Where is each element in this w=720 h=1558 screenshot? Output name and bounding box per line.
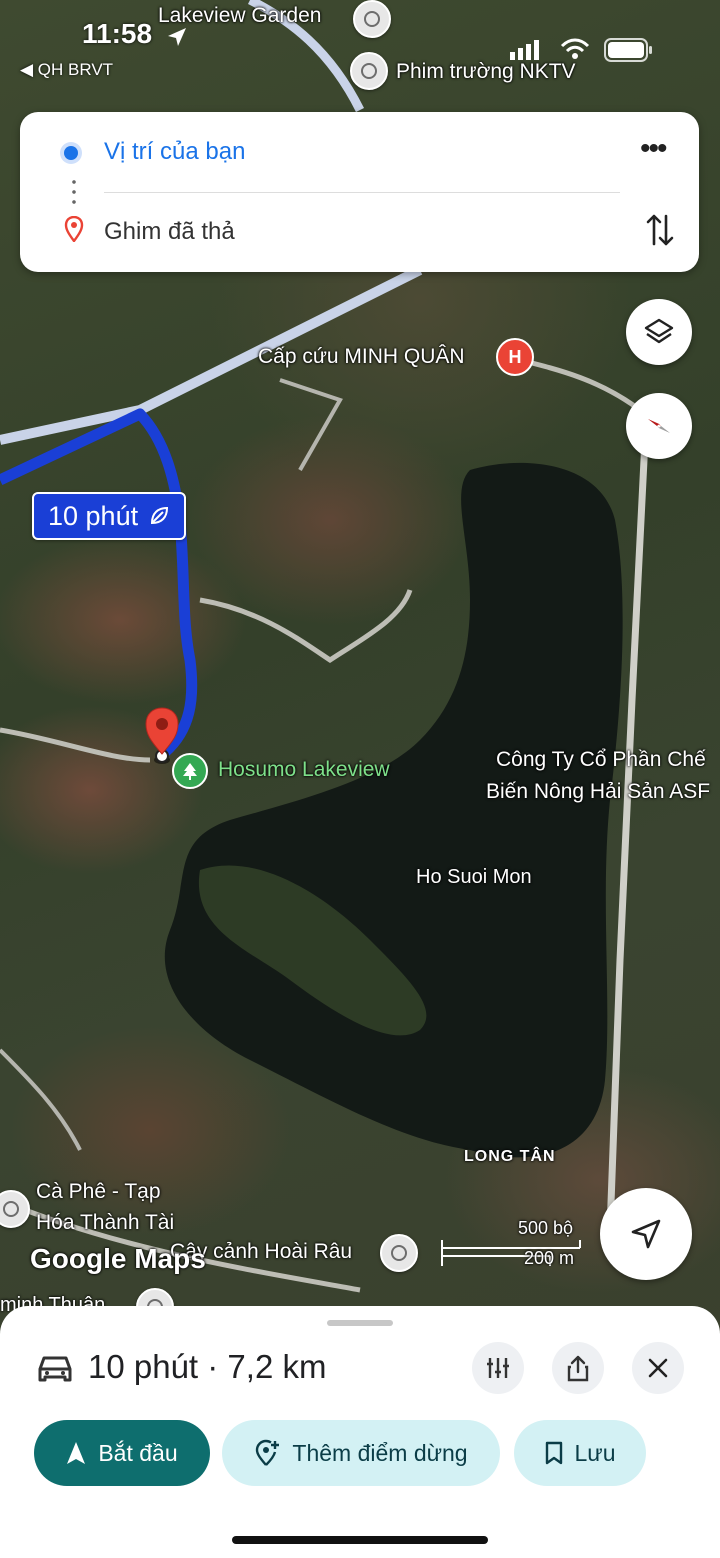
navigation-arrow-icon	[631, 1219, 661, 1249]
route-summary: 10 phút · 7,2 km	[88, 1348, 327, 1385]
close-button[interactable]	[632, 1342, 684, 1394]
route-options-button[interactable]	[472, 1342, 524, 1394]
route-directions-card: Vị trí của bạn Ghim đã thả •••	[20, 112, 699, 272]
share-icon	[567, 1355, 589, 1382]
poi-label-ca-phe-line2[interactable]: Hóa Thành Tài	[36, 1211, 174, 1235]
start-button[interactable]: Bắt đầu	[34, 1420, 210, 1486]
your-location-dot-icon	[64, 146, 78, 160]
origin-field[interactable]: Vị trí của bạn	[104, 138, 245, 166]
navigation-start-icon	[67, 1442, 86, 1464]
route-eta-badge[interactable]: 10 phút	[32, 492, 187, 540]
save-button[interactable]: Lưu	[514, 1420, 646, 1486]
divider	[104, 192, 620, 193]
scale-label-bottom: 200 m	[524, 1248, 575, 1268]
bookmark-icon	[545, 1441, 562, 1465]
tune-icon	[487, 1358, 509, 1378]
more-options-icon[interactable]: •••	[640, 134, 667, 164]
close-icon	[648, 1358, 668, 1378]
recenter-button[interactable]	[600, 1188, 692, 1280]
compass-icon	[648, 419, 670, 433]
layers-button[interactable]	[626, 299, 692, 365]
back-triangle-icon: ◀	[20, 60, 38, 79]
swap-vertical-icon[interactable]	[645, 212, 675, 248]
route-summary-sheet: 10 phút · 7,2 km Bắt đầu Thêm điểm dừng	[0, 1306, 720, 1558]
status-time: 11:58	[82, 18, 153, 49]
start-label: Bắt đầu	[98, 1439, 178, 1466]
back-app-label: QH BRVT	[37, 60, 114, 79]
compass-button[interactable]	[626, 393, 692, 459]
poi-label-cong-ty-line2[interactable]: Biến Nông Hải Sản ASF	[486, 780, 710, 804]
hospital-icon[interactable]: H	[496, 338, 534, 376]
drag-handle[interactable]	[327, 1320, 393, 1326]
area-label: LONG TÂN	[464, 1148, 556, 1165]
eta-label: 10 phút	[48, 500, 139, 531]
add-location-icon	[256, 1439, 280, 1466]
route-dots-icon	[72, 177, 76, 207]
add-stop-button[interactable]: Thêm điểm dừng	[222, 1420, 500, 1486]
google-maps-logo: Google Maps	[30, 1243, 206, 1274]
poi-label-ca-phe-line1[interactable]: Cà Phê - Tạp	[36, 1180, 161, 1204]
destination-pin-icon	[64, 216, 84, 242]
poi-label-cap-cuu[interactable]: Cấp cứu MINH QUÂN	[258, 345, 465, 369]
add-stop-label: Thêm điểm dừng	[292, 1439, 468, 1466]
poi-label-cong-ty-line1[interactable]: Công Ty Cổ Phần Chế	[496, 748, 706, 772]
park-icon[interactable]	[172, 753, 208, 789]
destination-field[interactable]: Ghim đã thả	[104, 218, 235, 246]
poi-marker-icon[interactable]	[380, 1234, 418, 1272]
car-icon	[38, 1356, 72, 1382]
leaf-icon	[151, 506, 169, 525]
poi-label-hosumo[interactable]: Hosumo Lakeview	[218, 758, 390, 782]
cellular-signal-icon	[510, 40, 539, 60]
lake-label: Ho Suoi Mon	[416, 866, 532, 888]
location-arrow-icon	[168, 28, 186, 46]
wifi-icon	[560, 38, 590, 59]
share-button[interactable]	[552, 1342, 604, 1394]
layers-icon	[644, 318, 674, 344]
status-bar: 11:58 ◀ QH BRVT	[0, 0, 720, 90]
battery-icon	[604, 38, 652, 62]
back-to-app-link[interactable]: ◀ QH BRVT	[20, 60, 113, 80]
scale-label-top: 500 bộ	[518, 1218, 574, 1238]
home-indicator[interactable]	[232, 1536, 488, 1544]
save-label: Lưu	[574, 1439, 616, 1466]
